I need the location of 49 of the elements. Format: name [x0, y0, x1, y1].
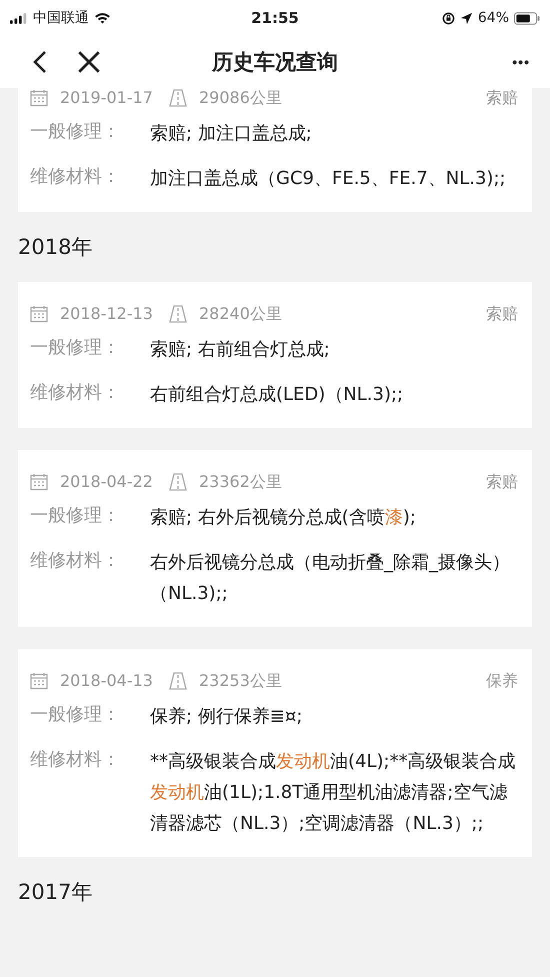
record-date: 2018-04-22	[60, 472, 153, 492]
field-label: 维修材料：	[30, 748, 121, 772]
record-type: 保养	[486, 671, 518, 691]
repair-text: 保养; 例行保养≣¤;	[150, 705, 304, 729]
field-label: 维修材料：	[30, 549, 121, 573]
carrier-name: 中国联通	[33, 9, 89, 27]
field-label: 一般修理：	[30, 504, 121, 528]
road-icon	[168, 473, 187, 491]
calendar-icon	[30, 672, 48, 690]
field-label: 一般修理：	[30, 120, 121, 144]
record-mileage: 28240公里	[198, 304, 282, 324]
repair-text: 索赔; 右外后视镜分总成(含喷漆);	[150, 506, 417, 530]
battery-percent: 64%	[478, 10, 509, 26]
calendar-icon	[30, 89, 48, 107]
road-icon	[168, 672, 187, 690]
wifi-icon	[94, 12, 111, 24]
year-heading: 2018年	[18, 234, 94, 261]
field-label: 一般修理：	[30, 336, 121, 360]
location-icon	[460, 12, 473, 24]
rotation-lock-icon	[442, 12, 455, 24]
record-mileage: 23253公里	[198, 671, 282, 691]
field-label: 维修材料：	[30, 165, 121, 189]
record-date: 2019-01-17	[60, 88, 153, 108]
repair-text: 索赔; 加注口盖总成;	[150, 122, 313, 146]
material-text: **高级银装合成发动机油(4L);**高级银装合成 发动机油(1L);1.8T通用型机油滤清器;空气滤清器滤芯（NL.3）;空调滤清器（NL.3）;;	[150, 750, 517, 836]
battery-icon	[514, 12, 540, 24]
field-label: 维修材料：	[30, 381, 121, 405]
material-text: 加注口盖总成（GC9、FE.5、FE.7、NL.3);;	[150, 167, 507, 191]
page-title: 历史车况查询	[212, 49, 338, 76]
record-mileage: 29086公里	[198, 88, 282, 108]
material-text: 右外后视镜分总成（电动折叠_除霜_摄像头）（NL.3);;	[150, 551, 511, 606]
road-icon	[168, 305, 187, 323]
record-mileage: 23362公里	[198, 472, 282, 492]
close-icon[interactable]	[76, 49, 102, 75]
record-date: 2018-04-13	[60, 671, 153, 691]
year-heading: 2017年	[18, 879, 94, 906]
road-icon	[168, 89, 187, 107]
signal-icon	[10, 12, 28, 24]
repair-text: 索赔; 右前组合灯总成;	[150, 338, 331, 362]
clock-time: 21:55	[251, 9, 299, 27]
calendar-icon	[30, 473, 48, 491]
more-button[interactable]: •••	[512, 54, 530, 70]
record-date: 2018-12-13	[60, 304, 153, 324]
field-label: 一般修理：	[30, 703, 121, 727]
material-text: 右前组合灯总成(LED)（NL.3);;	[150, 383, 404, 407]
record-type: 索赔	[486, 304, 518, 324]
record-type: 索赔	[486, 472, 518, 492]
calendar-icon	[30, 305, 48, 323]
record-type: 索赔	[486, 88, 518, 108]
